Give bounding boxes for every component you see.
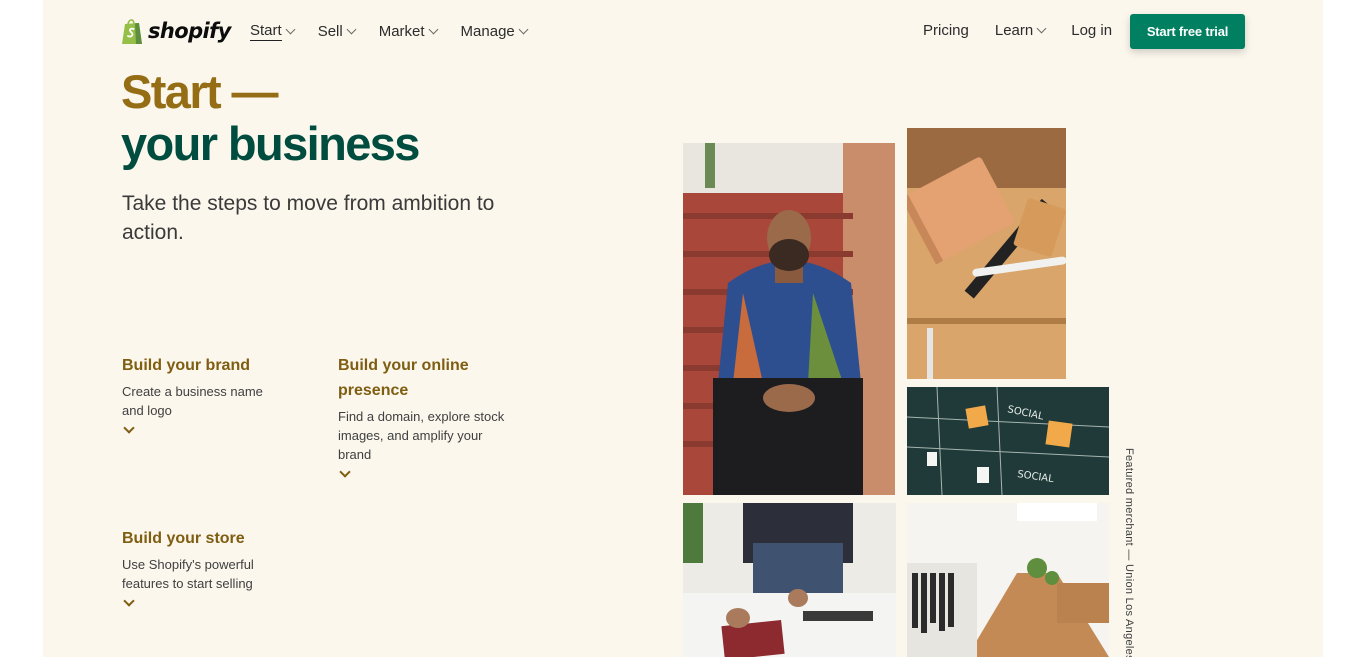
feature-build-online-presence[interactable]: Build your online presence Find a domain… xyxy=(338,353,518,478)
chevron-down-icon xyxy=(518,24,529,35)
featured-merchant-caption: Featured merchant — Union Los Angeles xyxy=(1123,448,1135,657)
shopify-bag-icon xyxy=(121,17,144,45)
feature-title: Build your store xyxy=(122,530,245,547)
feature-description: Create a business name and logo xyxy=(122,384,263,418)
nav-market[interactable]: Market xyxy=(378,23,438,40)
chevron-down-icon[interactable] xyxy=(123,595,135,607)
page: shopify Start Sell Market Manage Pricing… xyxy=(43,0,1323,657)
store-interior-image xyxy=(907,503,1109,657)
nav-manage-label: Manage xyxy=(460,23,515,40)
nav-start-label: Start xyxy=(250,22,282,41)
feature-build-store[interactable]: Build your store Use Shopify's powerful … xyxy=(122,526,282,607)
nav-start[interactable]: Start xyxy=(250,22,296,41)
chevron-down-icon xyxy=(346,24,357,35)
nav-market-label: Market xyxy=(378,23,425,40)
feature-description: Use Shopify's powerful features to start… xyxy=(122,557,254,591)
nav-manage[interactable]: Manage xyxy=(460,23,529,40)
nav-sell-label: Sell xyxy=(317,23,343,40)
chevron-down-icon xyxy=(428,24,438,35)
chevron-down-icon xyxy=(1036,23,1047,34)
nav-login[interactable]: Log in xyxy=(1071,22,1112,39)
main-nav: Start Sell Market Manage xyxy=(250,22,551,41)
nav-sell[interactable]: Sell xyxy=(317,23,357,40)
chevron-down-icon[interactable] xyxy=(339,466,351,478)
hero-title-line1: Start — xyxy=(121,65,279,118)
hero-subtitle: Take the steps to move from ambition to … xyxy=(122,192,495,244)
chevron-down-icon[interactable] xyxy=(123,422,135,434)
secondary-nav: Pricing Learn Log in xyxy=(923,22,1138,39)
nav-learn-label: Learn xyxy=(994,22,1034,39)
start-free-trial-button[interactable]: Start free trial xyxy=(1130,14,1245,49)
chevron-down-icon xyxy=(285,24,296,35)
nav-pricing-label: Pricing xyxy=(923,22,969,39)
nav-learn[interactable]: Learn xyxy=(994,22,1047,39)
feature-build-brand[interactable]: Build your brand Create a business name … xyxy=(122,353,282,434)
chalkboard-notes-image: SOCIAL SOCIAL xyxy=(907,387,1109,495)
nav-pricing[interactable]: Pricing xyxy=(923,22,969,39)
logo-wordmark: shopify xyxy=(148,19,231,43)
feature-description: Find a domain, explore stock images, and… xyxy=(338,409,505,462)
hands-working-image xyxy=(683,503,896,657)
feature-title: Build your online presence xyxy=(338,357,469,399)
merchant-portrait-image xyxy=(683,143,895,495)
hero-title-line2: your business xyxy=(121,117,420,170)
feature-title: Build your brand xyxy=(122,357,250,374)
nav-login-label: Log in xyxy=(1071,22,1113,39)
desk-notebook-image xyxy=(907,128,1066,379)
shopify-logo[interactable]: shopify xyxy=(121,17,231,45)
